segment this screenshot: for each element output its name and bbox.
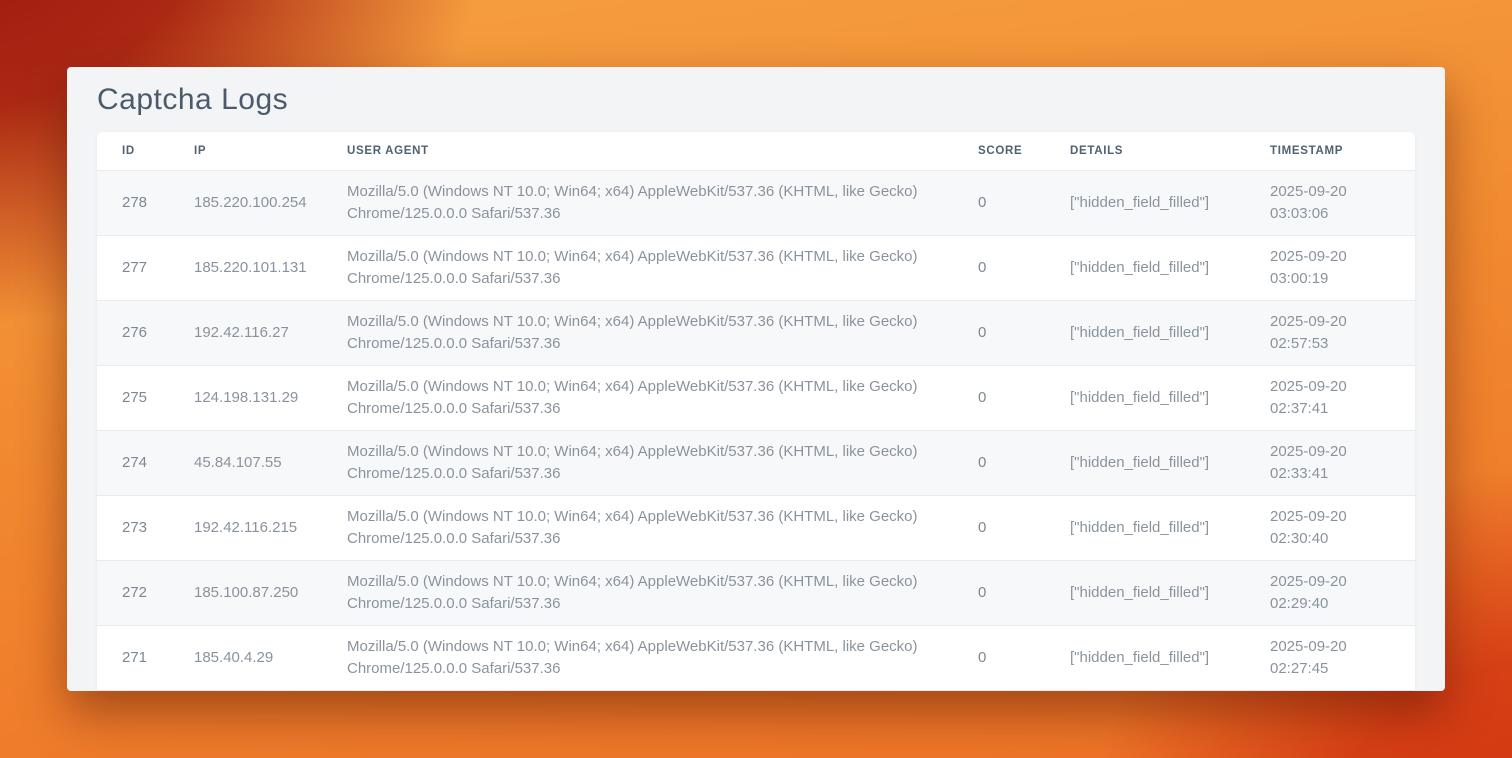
cell-user-agent: Mozilla/5.0 (Windows NT 10.0; Win64; x64… (347, 235, 978, 300)
table-row: 274 45.84.107.55 Mozilla/5.0 (Windows NT… (97, 430, 1415, 495)
table-row: 277 185.220.101.131 Mozilla/5.0 (Windows… (97, 235, 1415, 300)
cell-timestamp: 2025-09-20 03:00:19 (1270, 235, 1415, 300)
column-header-timestamp: TIMESTAMP (1270, 132, 1415, 170)
cell-timestamp: 2025-09-20 03:03:06 (1270, 170, 1415, 235)
page-background: { "page": { "title": "Captcha Logs" }, "… (0, 0, 1512, 758)
column-header-ip: IP (194, 132, 347, 170)
table-row: 273 192.42.116.215 Mozilla/5.0 (Windows … (97, 495, 1415, 560)
cell-timestamp: 2025-09-20 02:37:41 (1270, 365, 1415, 430)
table-body: 278 185.220.100.254 Mozilla/5.0 (Windows… (97, 170, 1415, 690)
cell-id: 271 (97, 625, 194, 690)
cell-score: 0 (978, 170, 1070, 235)
table-row: 278 185.220.100.254 Mozilla/5.0 (Windows… (97, 170, 1415, 235)
cell-user-agent: Mozilla/5.0 (Windows NT 10.0; Win64; x64… (347, 170, 978, 235)
logs-table-container: ID IP USER AGENT SCORE DETAILS TIMESTAMP… (97, 132, 1415, 690)
cell-timestamp: 2025-09-20 02:27:45 (1270, 625, 1415, 690)
cell-details: ["hidden_field_filled"] (1070, 430, 1270, 495)
cell-user-agent: Mozilla/5.0 (Windows NT 10.0; Win64; x64… (347, 560, 978, 625)
cell-id: 278 (97, 170, 194, 235)
table-row: 276 192.42.116.27 Mozilla/5.0 (Windows N… (97, 300, 1415, 365)
table-row: 275 124.198.131.29 Mozilla/5.0 (Windows … (97, 365, 1415, 430)
cell-user-agent: Mozilla/5.0 (Windows NT 10.0; Win64; x64… (347, 625, 978, 690)
cell-details: ["hidden_field_filled"] (1070, 300, 1270, 365)
cell-details: ["hidden_field_filled"] (1070, 235, 1270, 300)
cell-timestamp: 2025-09-20 02:57:53 (1270, 300, 1415, 365)
cell-score: 0 (978, 625, 1070, 690)
cell-ip: 185.40.4.29 (194, 625, 347, 690)
cell-id: 273 (97, 495, 194, 560)
column-header-id: ID (97, 132, 194, 170)
cell-score: 0 (978, 300, 1070, 365)
cell-ip: 185.100.87.250 (194, 560, 347, 625)
cell-id: 274 (97, 430, 194, 495)
cell-timestamp: 2025-09-20 02:30:40 (1270, 495, 1415, 560)
cell-id: 276 (97, 300, 194, 365)
table-row: 271 185.40.4.29 Mozilla/5.0 (Windows NT … (97, 625, 1415, 690)
column-header-user-agent: USER AGENT (347, 132, 978, 170)
column-header-score: SCORE (978, 132, 1070, 170)
cell-details: ["hidden_field_filled"] (1070, 560, 1270, 625)
cell-user-agent: Mozilla/5.0 (Windows NT 10.0; Win64; x64… (347, 430, 978, 495)
cell-id: 277 (97, 235, 194, 300)
cell-user-agent: Mozilla/5.0 (Windows NT 10.0; Win64; x64… (347, 300, 978, 365)
cell-ip: 192.42.116.27 (194, 300, 347, 365)
table-header: ID IP USER AGENT SCORE DETAILS TIMESTAMP (97, 132, 1415, 170)
cell-timestamp: 2025-09-20 02:33:41 (1270, 430, 1415, 495)
logs-table: ID IP USER AGENT SCORE DETAILS TIMESTAMP… (97, 132, 1415, 690)
cell-id: 272 (97, 560, 194, 625)
cell-timestamp: 2025-09-20 02:29:40 (1270, 560, 1415, 625)
cell-ip: 45.84.107.55 (194, 430, 347, 495)
cell-ip: 124.198.131.29 (194, 365, 347, 430)
cell-ip: 185.220.101.131 (194, 235, 347, 300)
cell-details: ["hidden_field_filled"] (1070, 495, 1270, 560)
cell-score: 0 (978, 560, 1070, 625)
table-header-row: ID IP USER AGENT SCORE DETAILS TIMESTAMP (97, 132, 1415, 170)
cell-details: ["hidden_field_filled"] (1070, 365, 1270, 430)
cell-user-agent: Mozilla/5.0 (Windows NT 10.0; Win64; x64… (347, 365, 978, 430)
cell-ip: 192.42.116.215 (194, 495, 347, 560)
cell-ip: 185.220.100.254 (194, 170, 347, 235)
captcha-logs-card: Captcha Logs ID IP USER AGENT SCORE DETA… (67, 67, 1445, 691)
cell-score: 0 (978, 235, 1070, 300)
cell-details: ["hidden_field_filled"] (1070, 170, 1270, 235)
cell-score: 0 (978, 365, 1070, 430)
cell-user-agent: Mozilla/5.0 (Windows NT 10.0; Win64; x64… (347, 495, 978, 560)
table-row: 272 185.100.87.250 Mozilla/5.0 (Windows … (97, 560, 1415, 625)
cell-id: 275 (97, 365, 194, 430)
cell-score: 0 (978, 430, 1070, 495)
page-title: Captcha Logs (97, 83, 1415, 117)
column-header-details: DETAILS (1070, 132, 1270, 170)
cell-score: 0 (978, 495, 1070, 560)
cell-details: ["hidden_field_filled"] (1070, 625, 1270, 690)
